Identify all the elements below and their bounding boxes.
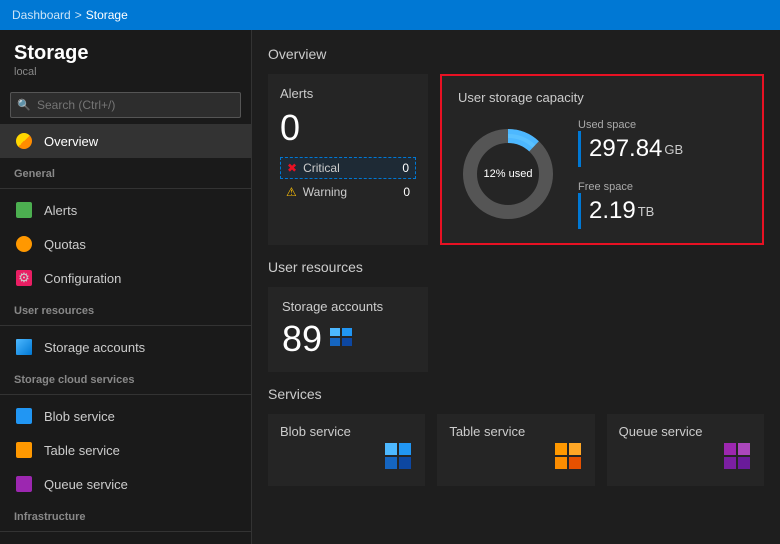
sidebar-item-configuration[interactable]: ⚙ Configuration xyxy=(0,261,251,295)
sidebar: Storage local 🔍 Overview General Alerts … xyxy=(0,30,252,544)
alerts-nav-icon xyxy=(14,200,34,220)
storage-accounts-card-title: Storage accounts xyxy=(282,299,414,314)
free-space-unit: TB xyxy=(638,204,655,219)
capacity-stats: Used space 297.84 GB Free space xyxy=(578,119,683,229)
services-section: Services Blob service Table service xyxy=(268,386,764,486)
sidebar-item-blob-service[interactable]: Blob service xyxy=(0,399,251,433)
services-title: Services xyxy=(268,386,764,402)
quotas-icon xyxy=(14,234,34,254)
breadcrumb-separator: > xyxy=(75,8,82,22)
search-container: 🔍 xyxy=(10,92,241,118)
page-subtitle: local xyxy=(14,66,237,78)
sidebar-nav: Overview General Alerts Quotas ⚙ Configu… xyxy=(0,124,251,544)
free-space-value: 2.19 xyxy=(589,197,636,225)
user-resources-title: User resources xyxy=(268,259,764,275)
sidebar-item-queue-service[interactable]: Queue service xyxy=(0,467,251,501)
used-space-label: Used space xyxy=(578,119,683,131)
table-nav-icon xyxy=(14,440,34,460)
sidebar-item-alerts[interactable]: Alerts xyxy=(0,193,251,227)
free-space-row: Free space 2.19 TB xyxy=(578,181,683,229)
storage-accounts-icon xyxy=(330,328,352,351)
sidebar-item-overview[interactable]: Overview xyxy=(0,124,251,158)
overview-section-title: Overview xyxy=(268,46,764,62)
capacity-card: User storage capacity xyxy=(440,74,764,245)
warning-alert-row[interactable]: ⚠ Warning 0 xyxy=(280,182,416,202)
used-bar xyxy=(578,131,581,167)
used-space-row: Used space 297.84 GB xyxy=(578,119,683,167)
sidebar-item-storage-accounts[interactable]: Storage accounts xyxy=(0,330,251,364)
free-space-info: 2.19 TB xyxy=(578,193,683,229)
critical-label: Critical xyxy=(303,161,396,175)
alerts-card: Alerts 0 ✖ Critical 0 ⚠ Warning 0 xyxy=(268,74,428,245)
blob-icon xyxy=(14,406,34,426)
overview-row: Alerts 0 ✖ Critical 0 ⚠ Warning 0 User s… xyxy=(268,74,764,245)
free-space-label: Free space xyxy=(578,181,683,193)
storage-accounts-card[interactable]: Storage accounts 89 xyxy=(268,287,428,372)
section-label-user-resources: User resources xyxy=(0,295,251,321)
donut-label: 12% used xyxy=(484,168,533,180)
used-space-info: 297.84 GB xyxy=(578,131,683,167)
section-label-general: General xyxy=(0,158,251,184)
sidebar-item-file-shares[interactable]: File shares xyxy=(0,536,251,544)
user-resources-section: User resources Storage accounts 89 xyxy=(268,259,764,372)
sidebar-item-table-service[interactable]: Table service xyxy=(0,433,251,467)
top-navigation: Dashboard > Storage xyxy=(0,0,780,30)
critical-icon: ✖ xyxy=(287,161,297,175)
breadcrumb-current: Storage xyxy=(86,8,128,22)
free-bar xyxy=(578,193,581,229)
blob-service-icon xyxy=(385,443,413,476)
table-service-title: Table service xyxy=(449,424,582,439)
critical-value: 0 xyxy=(402,161,409,175)
queue-service-card[interactable]: Queue service xyxy=(607,414,764,486)
blob-service-title: Blob service xyxy=(280,424,413,439)
overview-icon xyxy=(14,131,34,151)
search-icon: 🔍 xyxy=(17,99,31,112)
storage-accounts-count: 89 xyxy=(282,318,414,360)
search-input[interactable] xyxy=(10,92,241,118)
queue-service-icon xyxy=(724,443,752,476)
used-space-value: 297.84 xyxy=(589,135,662,163)
warning-label: Warning xyxy=(303,185,398,199)
warning-icon: ⚠ xyxy=(286,185,297,199)
sidebar-item-quotas[interactable]: Quotas xyxy=(0,227,251,261)
table-service-card[interactable]: Table service xyxy=(437,414,594,486)
breadcrumb-dashboard[interactable]: Dashboard xyxy=(12,8,71,22)
warning-value: 0 xyxy=(403,185,410,199)
section-label-infrastructure: Infrastructure xyxy=(0,501,251,527)
storage-icon xyxy=(14,337,34,357)
used-space-unit: GB xyxy=(664,142,683,157)
blob-service-card[interactable]: Blob service xyxy=(268,414,425,486)
sidebar-header: Storage local xyxy=(0,30,251,86)
page-title: Storage xyxy=(14,42,237,65)
queue-icon xyxy=(14,474,34,494)
config-icon: ⚙ xyxy=(14,268,34,288)
alerts-card-title: Alerts xyxy=(280,86,416,101)
queue-service-title: Queue service xyxy=(619,424,752,439)
alerts-count: 0 xyxy=(280,107,416,149)
services-row: Blob service Table service xyxy=(268,414,764,486)
main-content: Overview Alerts 0 ✖ Critical 0 ⚠ Warning… xyxy=(252,30,780,544)
section-label-cloud-services: Storage cloud services xyxy=(0,364,251,390)
donut-chart: 12% used xyxy=(458,124,558,224)
critical-alert-row[interactable]: ✖ Critical 0 xyxy=(280,157,416,179)
table-service-icon xyxy=(555,443,583,476)
capacity-title: User storage capacity xyxy=(458,90,746,105)
